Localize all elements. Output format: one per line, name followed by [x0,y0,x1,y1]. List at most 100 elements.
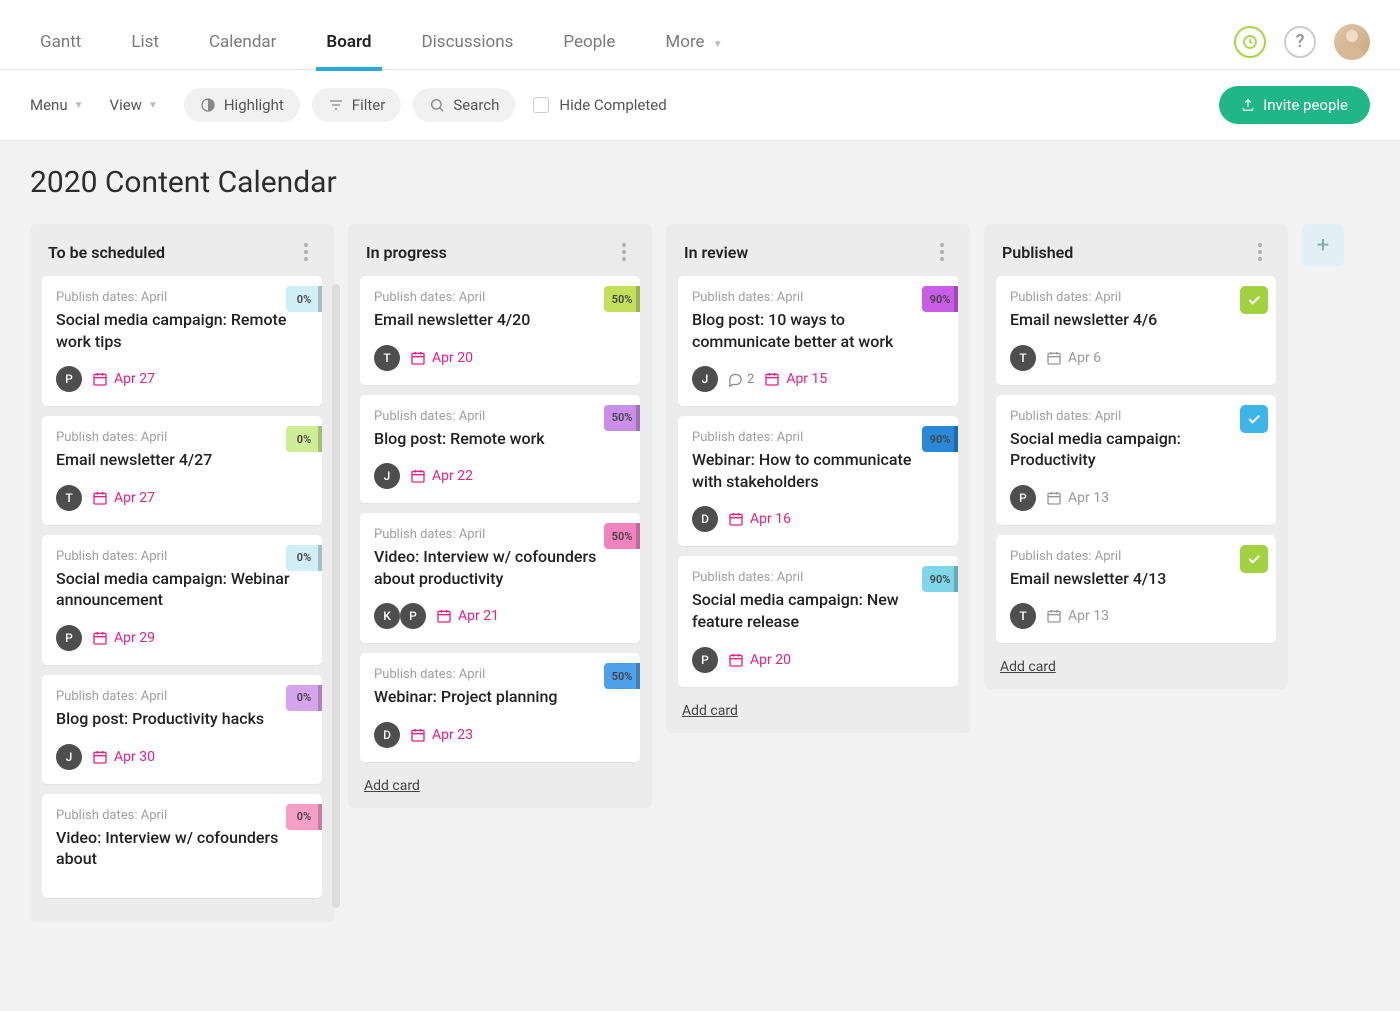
tab-calendar[interactable]: Calendar [199,14,286,70]
due-date: Apr 13 [1046,490,1109,506]
card-footer: D Apr 16 [692,506,944,532]
task-card[interactable]: Publish dates: April Social media campai… [996,395,1276,525]
column-menu-icon[interactable] [296,242,316,262]
column-title: In progress [366,243,447,262]
tab-people[interactable]: People [553,14,625,70]
card-footer: TApr 13 [1010,603,1262,629]
tab-more[interactable]: More ▼ [655,14,732,70]
task-card[interactable]: 90% Publish dates: April Social media ca… [678,556,958,686]
column-menu-icon[interactable] [614,242,634,262]
card-title: Email newsletter 4/27 [56,449,308,471]
due-date: Apr 15 [764,371,827,387]
comments-count: 2 [728,372,754,387]
status-done-badge [1240,286,1268,314]
task-card[interactable]: 0% Publish dates: April Email newsletter… [42,416,322,525]
assignee-avatar: T [374,345,400,371]
progress-badge: 0% [286,286,322,312]
due-date: Apr 23 [410,727,473,743]
board-column: Published Publish dates: April Email new… [984,224,1288,689]
add-card-link[interactable]: Add card [678,697,958,719]
tab-gantt[interactable]: Gantt [30,14,91,70]
assignee-avatar: J [692,366,718,392]
progress-badge: 0% [286,426,322,452]
card-title: Blog post: Productivity hacks [56,708,308,730]
task-card[interactable]: 50% Publish dates: April Email newslette… [360,276,640,385]
help-icon[interactable]: ? [1284,26,1316,58]
highlight-button[interactable]: Highlight [184,88,300,122]
search-icon [429,97,445,113]
column-menu-icon[interactable] [932,242,952,262]
card-footer: TApr 20 [374,345,626,371]
task-card[interactable]: 50% Publish dates: April Video: Intervie… [360,513,640,643]
task-card[interactable]: Publish dates: April Email newsletter 4/… [996,276,1276,385]
tab-list[interactable]: List [121,14,169,70]
activity-icon[interactable] [1234,26,1266,58]
card-meta: Publish dates: April [374,409,626,424]
card-title: Social media campaign: New feature relea… [692,589,944,632]
invite-people-button[interactable]: Invite people [1219,86,1370,124]
card-meta: Publish dates: April [1010,549,1262,564]
progress-badge: 50% [604,663,640,689]
user-avatar[interactable] [1334,24,1370,60]
contrast-icon [200,97,216,113]
column-menu-icon[interactable] [1250,242,1270,262]
hide-completed-toggle[interactable]: Hide Completed [533,96,666,114]
progress-badge: 90% [922,566,958,592]
task-card[interactable]: 0% Publish dates: April Social media cam… [42,535,322,665]
add-column-button[interactable]: + [1302,224,1344,266]
card-footer: PApr 13 [1010,485,1262,511]
task-card[interactable]: 0% Publish dates: April Social media cam… [42,276,322,406]
card-title: Webinar: Project planning [374,686,626,708]
column-title: In review [684,243,748,262]
task-card[interactable]: 0% Publish dates: April Blog post: Produ… [42,675,322,784]
card-title: Blog post: 10 ways to communicate better… [692,309,944,352]
assignee-avatar: J [56,744,82,770]
task-card[interactable]: Publish dates: April Email newsletter 4/… [996,535,1276,644]
columns-container: To be scheduled 0% Publish dates: April … [30,224,1370,922]
due-date: Apr 20 [728,652,791,668]
tab-discussions[interactable]: Discussions [412,14,524,70]
search-button[interactable]: Search [413,88,515,122]
progress-badge: 0% [286,545,322,571]
column-scrollbar[interactable] [332,284,340,908]
card-meta: Publish dates: April [1010,290,1262,305]
board-area: 2020 Content Calendar To be scheduled 0%… [0,141,1400,1011]
task-card[interactable]: 50% Publish dates: April Webinar: Projec… [360,653,640,762]
card-title: Video: Interview w/ cofounders about pro… [374,546,626,589]
assignee-avatar: T [56,485,82,511]
card-title: Video: Interview w/ cofounders about [56,827,308,870]
menu-dropdown[interactable]: Menu▼ [30,96,84,114]
assignee-avatar: P [56,625,82,651]
task-card[interactable]: 0% Publish dates: April Video: Interview… [42,794,322,898]
card-footer: D Apr 23 [374,722,626,748]
card-meta: Publish dates: April [56,808,308,823]
due-date: Apr 30 [92,749,155,765]
card-meta: Publish dates: April [374,290,626,305]
card-footer: J2 Apr 15 [692,366,944,392]
task-card[interactable]: 90% Publish dates: April Webinar: How to… [678,416,958,546]
filter-button[interactable]: Filter [312,88,402,122]
assignee-avatar: D [374,722,400,748]
tab-more-label: More [665,32,704,52]
assignee-avatar: J [374,463,400,489]
tab-board[interactable]: Board [316,14,381,70]
status-done-badge [1240,545,1268,573]
card-footer: PApr 29 [56,625,308,651]
task-card[interactable]: 50% Publish dates: April Blog post: Remo… [360,395,640,504]
view-dropdown[interactable]: View▼ [110,96,158,114]
card-title: Email newsletter 4/6 [1010,309,1262,331]
assignee-avatar: P [56,366,82,392]
due-date: Apr 21 [436,608,499,624]
assignee-avatar: T [1010,345,1036,371]
assignee-avatar: D [692,506,718,532]
add-card-link[interactable]: Add card [360,772,640,794]
column-header: Published [996,238,1276,276]
task-card[interactable]: 90% Publish dates: April Blog post: 10 w… [678,276,958,406]
card-footer: T Apr 27 [56,485,308,511]
card-title: Social media campaign: Productivity [1010,428,1262,471]
column-header: In review [678,238,958,276]
add-card-link[interactable]: Add card [996,653,1276,675]
due-date: Apr 16 [728,511,791,527]
card-meta: Publish dates: April [692,430,944,445]
due-date: Apr 27 [92,490,155,506]
